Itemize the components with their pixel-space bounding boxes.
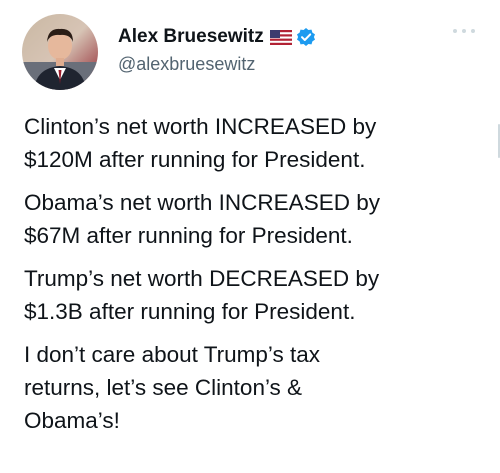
tweet-paragraph: Obama’s net worth INCREASED by $67M afte… xyxy=(24,190,380,248)
us-flag-icon xyxy=(269,29,292,45)
verified-badge-icon xyxy=(296,27,316,47)
tweet-card: Alex Bruesewitz @alexbruesewitz Clinton’… xyxy=(0,0,500,473)
tweet-text: Clinton’s net worth INCREASED by $120M a… xyxy=(24,110,494,447)
more-options-icon[interactable] xyxy=(450,24,478,38)
tweet-paragraph: Trump’s net worth DECREASED by $1.3B aft… xyxy=(24,266,380,324)
user-handle[interactable]: @alexbruesewitz xyxy=(118,54,255,75)
display-name[interactable]: Alex Bruesewitz xyxy=(118,26,264,48)
name-row: Alex Bruesewitz xyxy=(118,26,316,48)
tweet-paragraph: Clinton’s net worth INCREASED by $120M a… xyxy=(24,114,377,172)
avatar-image xyxy=(22,14,98,90)
avatar[interactable] xyxy=(22,14,98,90)
tweet-paragraph: I don’t care about Trump’s tax returns, … xyxy=(24,342,320,433)
tweet-header: Alex Bruesewitz @alexbruesewitz xyxy=(22,14,478,90)
